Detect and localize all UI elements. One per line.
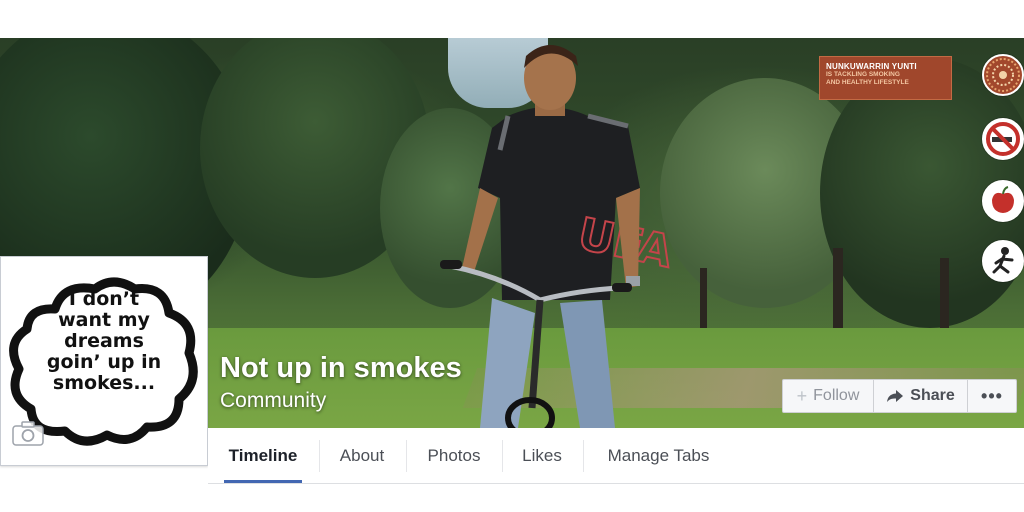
plus-icon: +	[796, 385, 808, 406]
share-label: Share	[910, 387, 955, 404]
follow-label: Follow	[813, 387, 860, 404]
apple-icon	[982, 180, 1024, 222]
slogan-line: smokes...	[52, 372, 156, 394]
tab-photos[interactable]: Photos	[418, 428, 490, 484]
slogan-line: want my	[58, 309, 150, 331]
tab-manage-tabs[interactable]: Manage Tabs	[596, 428, 721, 484]
tab-about[interactable]: About	[330, 428, 394, 484]
slogan-line: goin’ up in	[46, 351, 162, 373]
banner-title: NUNKUWARRIN YUNTI	[826, 62, 917, 71]
camera-icon[interactable]	[11, 419, 45, 447]
tab-divider	[502, 440, 503, 472]
slogan-line: I don’t	[68, 288, 140, 310]
page-title[interactable]: Not up in smokes	[220, 352, 462, 385]
page-category[interactable]: Community	[220, 389, 326, 413]
page-tabs: Timeline About Photos Likes Manage Tabs	[208, 428, 1024, 484]
more-options-button[interactable]: •••	[967, 379, 1017, 413]
share-arrow-icon	[887, 390, 904, 402]
tab-timeline[interactable]: Timeline	[224, 428, 302, 484]
slogan-line: dreams	[64, 330, 144, 352]
profile-slogan: I don’t want my dreams goin’ up in smoke…	[37, 289, 171, 394]
more-label: •••	[981, 385, 1003, 406]
tab-likes[interactable]: Likes	[514, 428, 570, 484]
follow-button[interactable]: + Follow	[782, 379, 874, 413]
campaign-banner: NUNKUWARRIN YUNTI IS TACKLING SMOKING AN…	[819, 56, 952, 100]
banner-subtitle: AND HEALTHY LIFESTYLE	[826, 79, 909, 86]
aboriginal-dot-art-icon	[982, 54, 1024, 96]
banner-subtitle: IS TACKLING SMOKING	[826, 71, 900, 78]
tab-divider	[583, 440, 584, 472]
profile-picture[interactable]: I don’t want my dreams goin’ up in smoke…	[0, 256, 208, 466]
tab-divider	[406, 440, 407, 472]
cyclist-figure: UFA	[440, 45, 678, 428]
tab-divider	[319, 440, 320, 472]
no-smoking-icon	[982, 118, 1024, 160]
share-button[interactable]: Share	[873, 379, 968, 413]
running-person-icon	[982, 240, 1024, 282]
